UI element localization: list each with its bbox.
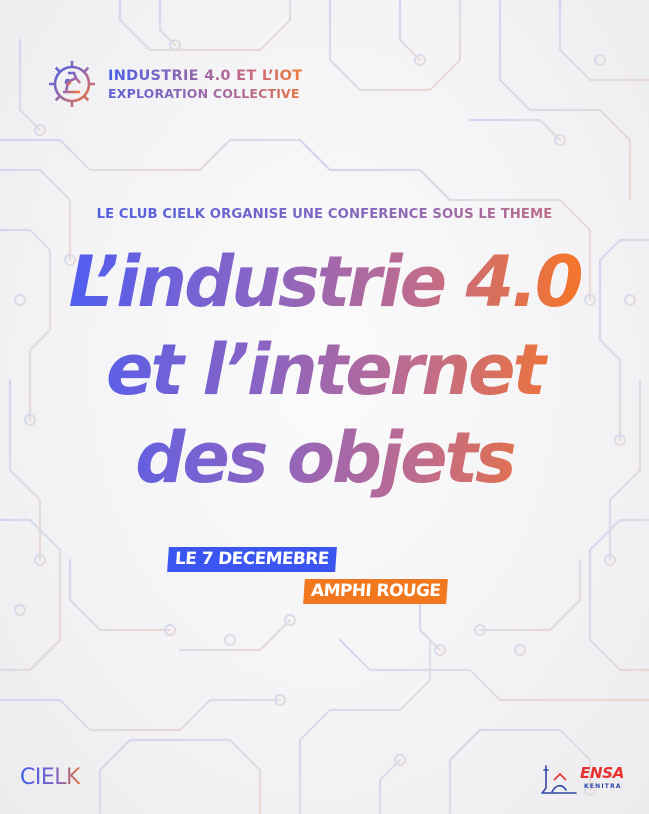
- conference-title: L’industrie 4.0 et l’internet des objets: [0, 238, 649, 502]
- location-tag: AMPHI ROUGE: [303, 579, 449, 604]
- ensa-logo-text: ENSA: [580, 764, 625, 782]
- ensa-logo: ENSA KENITRA: [540, 760, 632, 796]
- ensa-emblem-icon: [541, 765, 577, 794]
- brand-title: INDUSTRIE 4.0 ET L’IOT: [108, 67, 303, 84]
- brand-subtitle: EXPLORATION COLLECTIVE: [108, 86, 302, 101]
- ensa-city-text: KENITRA: [584, 783, 622, 790]
- title-line-1: L’industrie 4.0: [0, 238, 649, 326]
- cielk-logo: CIELK: [20, 765, 80, 790]
- poster: INDUSTRIE 4.0 ET L’IOT EXPLORATION COLLE…: [0, 0, 649, 814]
- title-line-2: et l’internet: [0, 326, 649, 414]
- title-line-3: des objets: [0, 414, 649, 502]
- gear-with-robot-arm-icon: [49, 61, 95, 107]
- intro-text: LE CLUB CIELK ORGANISE UNE CONFÉRENCE SO…: [0, 207, 649, 222]
- cielk-logo-text: CIELK: [20, 765, 80, 790]
- event-brand: INDUSTRIE 4.0 ET L’IOT EXPLORATION COLLE…: [46, 58, 302, 110]
- date-tag: LE 7 DECEMEBRE: [167, 547, 337, 572]
